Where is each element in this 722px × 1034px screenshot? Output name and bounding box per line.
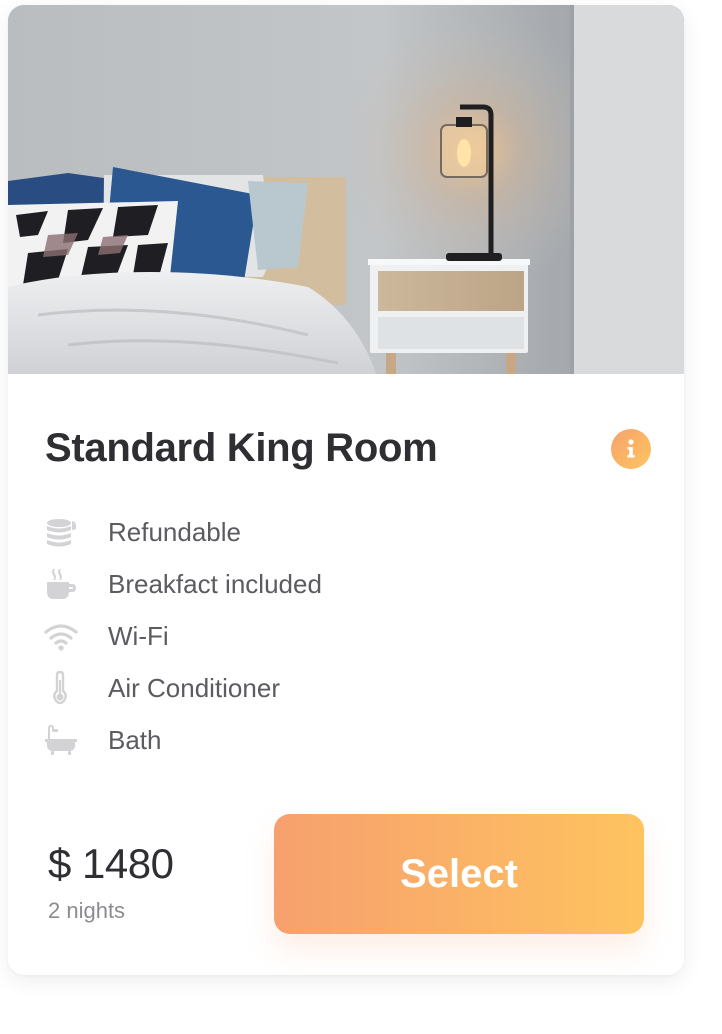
amenity-label: Bath	[108, 725, 162, 755]
room-title: Standard King Room	[45, 426, 438, 470]
info-button[interactable]	[611, 429, 651, 469]
wifi-icon	[44, 619, 78, 653]
price-amount: $ 1480	[48, 840, 174, 887]
coffee-cup-icon	[44, 567, 78, 601]
price-nights: 2 nights	[48, 898, 126, 923]
bathtub-icon	[44, 723, 78, 757]
amenity-label: Wi-Fi	[108, 621, 169, 651]
room-card: Standard King Room Refundable Breakfact …	[8, 5, 684, 975]
thermometer-icon	[44, 671, 78, 705]
amenity-label: Refundable	[108, 517, 241, 547]
amenity-bath: Bath	[8, 721, 684, 773]
room-photo	[8, 5, 684, 374]
amenity-label: Air Conditioner	[108, 673, 280, 703]
amenity-air-conditioner: Air Conditioner	[8, 669, 684, 721]
info-icon	[611, 429, 651, 469]
amenities-list: Refundable Breakfact included Wi-Fi Air …	[8, 513, 684, 773]
coins-icon	[44, 515, 78, 549]
amenity-wifi: Wi-Fi	[8, 617, 684, 669]
amenity-breakfast: Breakfact included	[8, 565, 684, 617]
select-button[interactable]: Select	[274, 814, 644, 934]
amenity-label: Breakfact included	[108, 569, 322, 599]
amenity-refundable: Refundable	[8, 513, 684, 565]
